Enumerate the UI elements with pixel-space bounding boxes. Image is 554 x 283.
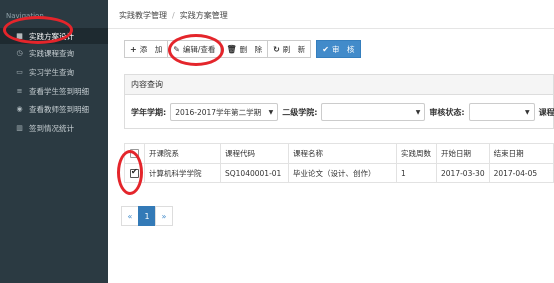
plus-icon: +: [130, 44, 137, 54]
next-page-button[interactable]: »: [155, 206, 173, 226]
sidebar-item-student-signin[interactable]: ≡ 查看学生签到明细: [0, 83, 108, 99]
edit-view-button[interactable]: ✎ 编辑/查看: [167, 40, 222, 58]
breadcrumb-item: 实践方案管理: [179, 10, 228, 20]
row-select-cell: [124, 163, 145, 183]
chevron-down-icon: ▼: [524, 108, 530, 116]
term-label: 学年学期:: [131, 107, 167, 117]
delete-button-label: 删 除: [239, 44, 263, 54]
sidebar: Navigation ▦ 实践方案设计 ◷ 实践课程查询 ▭ 实习学生查询 ≡ …: [0, 0, 108, 283]
status-select[interactable]: ▼: [468, 103, 535, 121]
nav-title: Navigation: [6, 12, 44, 20]
data-table: 开课院系 课程代码 课程名称 实践周数 开始日期 结束日期 计算机科学学院 SQ…: [124, 143, 554, 183]
table-cell: 计算机科学学院: [144, 163, 221, 183]
panel-title: 内容查询: [125, 75, 553, 95]
audit-button[interactable]: ✔ 审 核: [316, 40, 361, 58]
term-select-value: 2016-2017学年第二学期: [175, 107, 262, 117]
toolbar: + 添 加 ✎ 编辑/查看 🗑 删 除 ↻ 刷 新 ✔ 审 核: [124, 40, 361, 58]
edit-icon: ✎: [173, 44, 180, 54]
chevron-down-icon: ▼: [415, 108, 421, 116]
select-all-cell: [124, 143, 145, 164]
add-button-label: 添 加: [139, 44, 163, 54]
sidebar-item-label: 实践方案设计: [29, 31, 74, 41]
college-label: 二级学院:: [282, 107, 318, 117]
refresh-button[interactable]: ↻ 刷 新: [267, 40, 312, 58]
sidebar-item-label: 实习学生查询: [29, 67, 74, 77]
breadcrumb-separator: /: [172, 10, 175, 20]
delete-button[interactable]: 🗑 删 除: [220, 40, 269, 58]
refresh-button-label: 刷 新: [282, 44, 306, 54]
sidebar-item-student-query[interactable]: ▭ 实习学生查询: [0, 64, 108, 80]
divider: [108, 28, 554, 29]
sidebar-item-plan-design[interactable]: ▦ 实践方案设计: [0, 28, 108, 44]
edit-button-label: 编辑/查看: [182, 44, 216, 54]
table-cell: 2017-03-30: [436, 163, 490, 183]
select-all-checkbox[interactable]: [130, 149, 139, 159]
grid-icon: ▦: [16, 32, 23, 40]
query-panel: 内容查询 学年学期: 2016-2017学年第二学期 ▼ 二级学院: ▼ 审核状…: [124, 74, 554, 129]
audit-button-label: 审 核: [332, 44, 355, 54]
check-icon: ✔: [322, 44, 329, 54]
column-header[interactable]: 开课院系: [144, 143, 221, 164]
user-icon: ◉: [16, 105, 23, 113]
sidebar-item-course-query[interactable]: ◷ 实践课程查询: [0, 45, 108, 61]
status-label: 审核状态:: [429, 107, 465, 117]
sidebar-item-teacher-signin[interactable]: ◉ 查看教师签到明细: [0, 101, 108, 117]
breadcrumb: 实践教学管理 / 实践方案管理: [119, 5, 228, 25]
breadcrumb-item[interactable]: 实践教学管理: [119, 10, 167, 21]
sidebar-item-label: 查看教师签到明细: [29, 104, 89, 114]
column-header[interactable]: 课程名称: [288, 143, 397, 164]
table-row[interactable]: 计算机科学学院 SQ1040001-01 毕业论文（设计、创作） 1 2017-…: [124, 163, 554, 183]
sidebar-item-label: 签到情况统计: [29, 123, 74, 133]
chevron-down-icon: ▼: [268, 108, 274, 116]
pagination: « 1 »: [121, 206, 173, 226]
clock-icon: ◷: [16, 49, 23, 57]
chart-icon: ▥: [16, 124, 23, 132]
current-page-button[interactable]: 1: [138, 206, 156, 226]
college-select[interactable]: ▼: [321, 103, 426, 121]
screen-icon: ▭: [16, 68, 23, 76]
list-icon: ≡: [16, 87, 23, 95]
sidebar-item-label: 查看学生签到明细: [29, 86, 89, 96]
sidebar-item-signin-stats[interactable]: ▥ 签到情况统计: [0, 120, 108, 136]
column-header[interactable]: 结束日期: [488, 143, 554, 164]
course-label: 课程号:: [538, 107, 554, 117]
table-header-row: 开课院系 课程代码 课程名称 实践周数 开始日期 结束日期: [124, 143, 554, 164]
term-select[interactable]: 2016-2017学年第二学期 ▼: [170, 103, 279, 121]
row-checkbox[interactable]: [130, 167, 139, 178]
column-header[interactable]: 课程代码: [220, 143, 289, 164]
trash-icon: 🗑: [226, 44, 237, 54]
table-cell: SQ1040001-01: [220, 163, 289, 183]
prev-page-button[interactable]: «: [121, 206, 139, 226]
sidebar-item-label: 实践课程查询: [29, 48, 74, 58]
table-cell: 1: [396, 163, 437, 183]
table-cell: 2017-04-05: [488, 163, 554, 183]
refresh-icon: ↻: [273, 44, 280, 54]
add-button[interactable]: + 添 加: [124, 40, 169, 58]
filter-row: 学年学期: 2016-2017学年第二学期 ▼ 二级学院: ▼ 审核状态: ▼ …: [131, 103, 554, 121]
main-content: 实践教学管理 / 实践方案管理 + 添 加 ✎ 编辑/查看 🗑 删 除 ↻ 刷 …: [108, 0, 554, 283]
column-header[interactable]: 实践周数: [396, 143, 437, 164]
table-cell: 毕业论文（设计、创作）: [288, 163, 397, 183]
column-header[interactable]: 开始日期: [436, 143, 490, 164]
